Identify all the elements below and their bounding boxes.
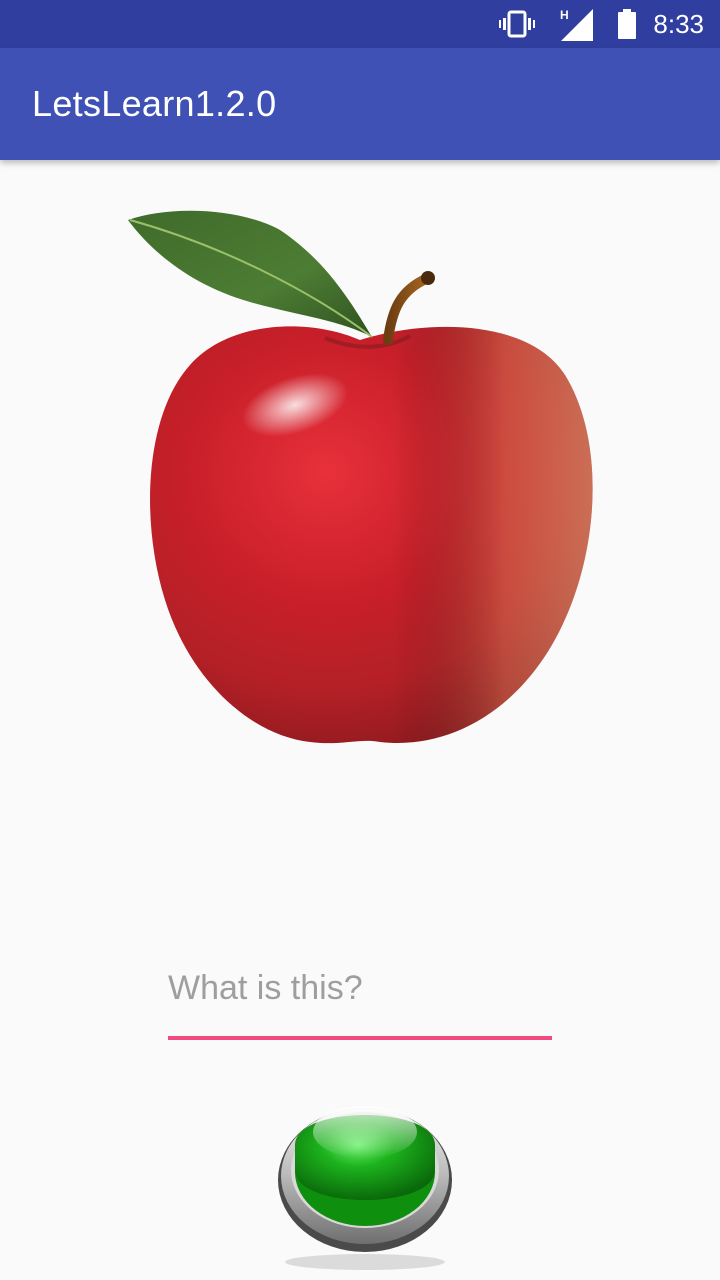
- answer-input[interactable]: [168, 940, 552, 1040]
- signal-icon: H: [559, 7, 594, 41]
- submit-button[interactable]: [270, 1070, 460, 1270]
- app-toolbar: LetsLearn1.2.0: [0, 48, 720, 160]
- green-push-button-icon: [278, 1106, 452, 1270]
- battery-icon: [617, 9, 637, 39]
- status-time: 8:33: [653, 8, 704, 39]
- vibrate-icon: [499, 10, 536, 38]
- network-type-label: H: [560, 8, 569, 22]
- status-bar: H 8:33: [0, 0, 720, 48]
- app-title: LetsLearn1.2.0: [32, 83, 277, 124]
- quiz-image: [110, 190, 610, 760]
- apple-icon: [128, 210, 593, 744]
